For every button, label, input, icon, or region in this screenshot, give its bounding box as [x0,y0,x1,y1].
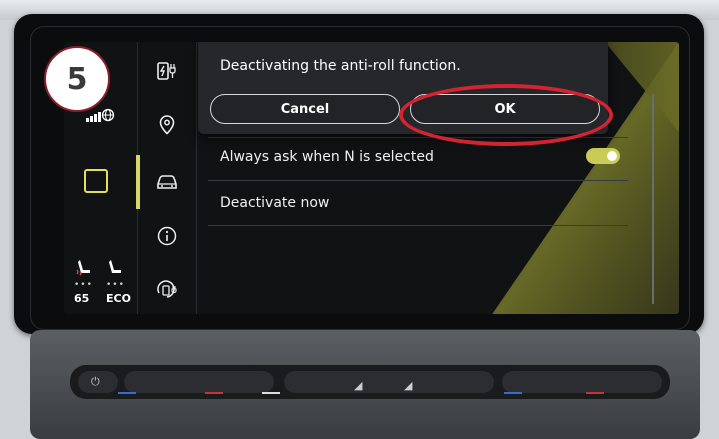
temperature-slider-left[interactable] [124,371,274,393]
toggle-knob [607,151,617,161]
car-icon[interactable] [152,167,182,197]
step-number-badge: 5 [44,46,110,112]
cool-indicator-right [504,392,522,394]
heat-indicator-left [205,392,223,394]
seat-right-value: ECO [106,292,131,305]
volume-up-icon: ◢ [404,379,413,392]
touch-slider-bar: ⏻ ◢ ◢ [70,365,670,399]
seat-right-level-dots: ••• [106,280,125,290]
divider [208,225,628,226]
power-icon: ⏻ [91,375,100,388]
always-ask-toggle[interactable] [586,148,620,164]
climate-console: ⏻ ◢ ◢ [30,330,700,439]
power-button[interactable]: ⏻ [78,371,118,393]
charging-icon[interactable] [152,56,182,86]
seat-left-level-dots: ••• [74,280,93,290]
location-pin-icon[interactable] [152,110,182,140]
heated-seat-icon[interactable] [74,258,94,282]
volume-slider[interactable]: ◢ ◢ [284,371,494,393]
scrollbar[interactable] [652,94,654,304]
deactivate-now-option[interactable]: Deactivate now [220,195,329,211]
home-button-icon[interactable] [84,169,108,193]
menu-rail [136,42,197,314]
settings-panel: Always ask when N is selected Deactivate… [196,42,676,314]
divider [208,180,628,181]
active-indicator [136,155,140,209]
seat-eco-icon[interactable] [106,258,126,282]
ok-highlight-circle [399,84,613,146]
charge-timer-icon[interactable] [152,274,182,304]
dialog-title: Deactivating the anti-roll function. [220,58,461,74]
heat-indicator-right [586,392,604,394]
cool-indicator-left [118,392,136,394]
indicator [262,392,280,394]
infotainment-screen: ••• ••• 65 ECO Always ask when N is sele… [64,42,679,314]
volume-down-icon: ◢ [354,379,363,392]
signal-icon [86,108,116,125]
temperature-slider-right[interactable] [502,371,662,393]
seat-controls: ••• ••• 65 ECO [72,258,132,308]
seat-left-value: 65 [74,292,90,305]
info-icon[interactable] [152,221,182,251]
always-ask-label: Always ask when N is selected [220,149,434,165]
cancel-button[interactable]: Cancel [210,94,400,124]
